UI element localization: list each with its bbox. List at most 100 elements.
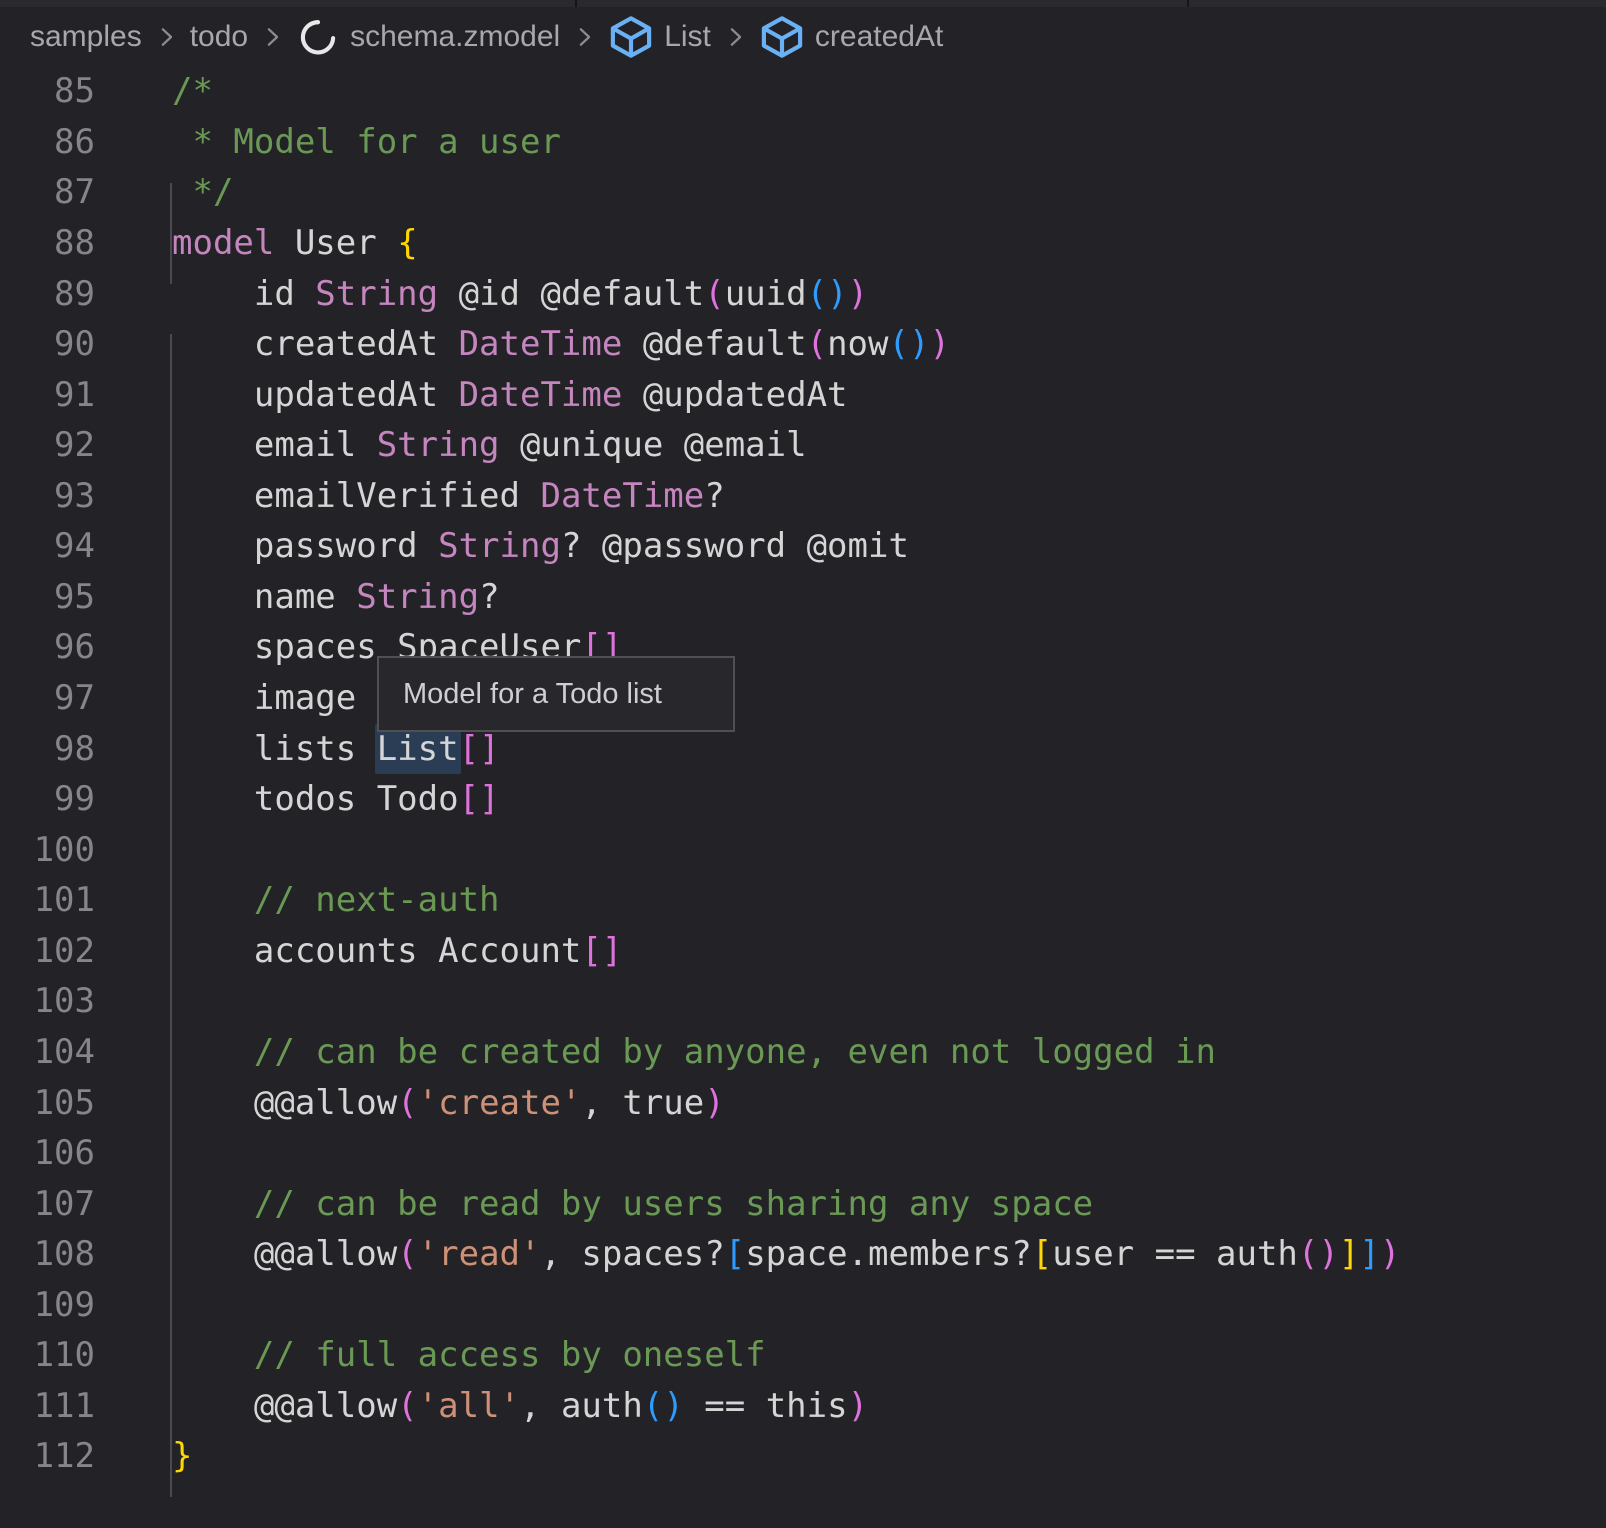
code-line-content[interactable]: accounts Account[] bbox=[172, 931, 622, 971]
code-line-content[interactable]: password String? @password @omit bbox=[172, 526, 909, 566]
code-token: String bbox=[377, 425, 500, 465]
breadcrumb-item-createdat[interactable]: createdAt bbox=[759, 14, 943, 60]
line-number[interactable]: 94 bbox=[0, 526, 95, 566]
code-token: [] bbox=[459, 779, 500, 819]
line-number[interactable]: 112 bbox=[0, 1436, 95, 1476]
line-number[interactable]: 90 bbox=[0, 324, 95, 364]
line-number[interactable]: 93 bbox=[0, 476, 95, 516]
line-number[interactable]: 96 bbox=[0, 627, 95, 667]
line-number[interactable]: 100 bbox=[0, 830, 95, 870]
code-line-content[interactable]: name String? bbox=[172, 577, 500, 617]
line-number[interactable]: 95 bbox=[0, 577, 95, 617]
code-line-content[interactable]: // next-auth bbox=[172, 880, 500, 920]
code-token: now bbox=[827, 324, 888, 364]
code-line-92[interactable]: 92 email String @unique @email bbox=[0, 420, 1606, 471]
code-line-103[interactable]: 103 bbox=[0, 976, 1606, 1027]
code-line-content[interactable]: image bbox=[172, 678, 356, 718]
code-line-85[interactable]: 85 /* bbox=[0, 66, 1606, 117]
code-line-90[interactable]: 90 createdAt DateTime @default(now()) bbox=[0, 319, 1606, 370]
code-editor[interactable]: 85/*86 * Model for a user87 */88model Us… bbox=[0, 66, 1606, 1528]
line-number[interactable]: 101 bbox=[0, 880, 95, 920]
line-number[interactable]: 86 bbox=[0, 122, 95, 162]
breadcrumb-item-label: todo bbox=[190, 20, 248, 54]
code-token: lists bbox=[172, 729, 377, 769]
line-number[interactable]: 102 bbox=[0, 931, 95, 971]
code-line-content[interactable]: @@allow('read', spaces?[space.members?[u… bbox=[172, 1234, 1400, 1274]
breadcrumb-item-todo[interactable]: todo bbox=[190, 20, 248, 54]
code-line-99[interactable]: 99 todos Todo[] bbox=[0, 774, 1606, 825]
code-token: ( bbox=[643, 1386, 663, 1426]
line-number[interactable]: 108 bbox=[0, 1234, 95, 1274]
code-line-87[interactable]: 87 */ bbox=[0, 167, 1606, 218]
code-token: ) bbox=[848, 274, 868, 314]
code-line-109[interactable]: 109 bbox=[0, 1280, 1606, 1331]
code-token: todos Todo bbox=[172, 779, 459, 819]
code-line-content[interactable]: todos Todo[] bbox=[172, 779, 500, 819]
code-line-content[interactable]: // can be created by anyone, even not lo… bbox=[172, 1032, 1216, 1072]
code-line-96[interactable]: 96 spaces SpaceUser[] bbox=[0, 622, 1606, 673]
code-line-content[interactable]: lists List[] bbox=[172, 729, 500, 769]
code-line-106[interactable]: 106 bbox=[0, 1128, 1606, 1179]
code-line-content[interactable]: email String @unique @email bbox=[172, 425, 807, 465]
code-line-98[interactable]: 98 lists List[] bbox=[0, 723, 1606, 774]
code-line-111[interactable]: 111 @@allow('all', auth() == this) bbox=[0, 1381, 1606, 1432]
code-token: [] bbox=[581, 931, 622, 971]
line-number[interactable]: 105 bbox=[0, 1083, 95, 1123]
code-line-content[interactable]: /* bbox=[172, 71, 213, 111]
code-token: } bbox=[172, 1436, 192, 1476]
code-line-107[interactable]: 107 // can be read by users sharing any … bbox=[0, 1178, 1606, 1229]
line-number[interactable]: 98 bbox=[0, 729, 95, 769]
code-line-88[interactable]: 88 model User { bbox=[0, 218, 1606, 269]
code-line-content[interactable]: @@allow('all', auth() == this) bbox=[172, 1386, 868, 1426]
code-line-content[interactable]: // can be read by users sharing any spac… bbox=[172, 1184, 1093, 1224]
code-line-content[interactable]: */ bbox=[172, 172, 233, 212]
code-line-content[interactable]: emailVerified DateTime? bbox=[172, 476, 725, 516]
line-number[interactable]: 109 bbox=[0, 1285, 95, 1325]
code-line-100[interactable]: 100 bbox=[0, 824, 1606, 875]
code-line-94[interactable]: 94 password String? @password @omit bbox=[0, 521, 1606, 572]
code-token: String bbox=[438, 526, 561, 566]
code-line-112[interactable]: 112} bbox=[0, 1431, 1606, 1482]
line-number[interactable]: 106 bbox=[0, 1133, 95, 1173]
breadcrumb-item-schema-zmodel[interactable]: schema.zmodel bbox=[296, 15, 560, 59]
code-line-content[interactable]: createdAt DateTime @default(now()) bbox=[172, 324, 950, 364]
breadcrumb-item-list[interactable]: List bbox=[608, 14, 711, 60]
code-line-86[interactable]: 86 * Model for a user bbox=[0, 117, 1606, 168]
line-number[interactable]: 92 bbox=[0, 425, 95, 465]
code-line-content[interactable]: @@allow('create', true) bbox=[172, 1083, 725, 1123]
code-token: password bbox=[172, 526, 438, 566]
line-number[interactable]: 104 bbox=[0, 1032, 95, 1072]
code-line-95[interactable]: 95 name String? bbox=[0, 572, 1606, 623]
line-number[interactable]: 91 bbox=[0, 375, 95, 415]
code-token: [ bbox=[725, 1234, 745, 1274]
code-line-89[interactable]: 89 id String @id @default(uuid()) bbox=[0, 268, 1606, 319]
code-line-101[interactable]: 101 // next-auth bbox=[0, 875, 1606, 926]
code-line-content[interactable]: // full access by oneself bbox=[172, 1335, 766, 1375]
line-number[interactable]: 103 bbox=[0, 981, 95, 1021]
line-number[interactable]: 97 bbox=[0, 678, 95, 718]
code-line-102[interactable]: 102 accounts Account[] bbox=[0, 926, 1606, 977]
line-number[interactable]: 88 bbox=[0, 223, 95, 263]
code-line-content[interactable]: id String @id @default(uuid()) bbox=[172, 274, 868, 314]
line-number[interactable]: 107 bbox=[0, 1184, 95, 1224]
code-line-content[interactable]: model User { bbox=[172, 223, 418, 263]
code-line-content[interactable]: } bbox=[172, 1436, 192, 1476]
line-number[interactable]: 110 bbox=[0, 1335, 95, 1375]
code-line-108[interactable]: 108 @@allow('read', spaces?[space.member… bbox=[0, 1229, 1606, 1280]
line-number[interactable]: 111 bbox=[0, 1386, 95, 1426]
code-line-110[interactable]: 110 // full access by oneself bbox=[0, 1330, 1606, 1381]
code-line-content[interactable]: * Model for a user bbox=[172, 122, 561, 162]
line-number[interactable]: 89 bbox=[0, 274, 95, 314]
code-line-105[interactable]: 105 @@allow('create', true) bbox=[0, 1077, 1606, 1128]
line-number[interactable]: 85 bbox=[0, 71, 95, 111]
code-token: ( bbox=[704, 274, 724, 314]
code-token: model bbox=[172, 223, 274, 263]
line-number[interactable]: 99 bbox=[0, 779, 95, 819]
code-line-91[interactable]: 91 updatedAt DateTime @updatedAt bbox=[0, 369, 1606, 420]
code-line-104[interactable]: 104 // can be created by anyone, even no… bbox=[0, 1027, 1606, 1078]
code-line-97[interactable]: 97 image bbox=[0, 673, 1606, 724]
code-line-content[interactable]: updatedAt DateTime @updatedAt bbox=[172, 375, 848, 415]
line-number[interactable]: 87 bbox=[0, 172, 95, 212]
breadcrumb-item-samples[interactable]: samples bbox=[30, 20, 142, 54]
code-line-93[interactable]: 93 emailVerified DateTime? bbox=[0, 471, 1606, 522]
